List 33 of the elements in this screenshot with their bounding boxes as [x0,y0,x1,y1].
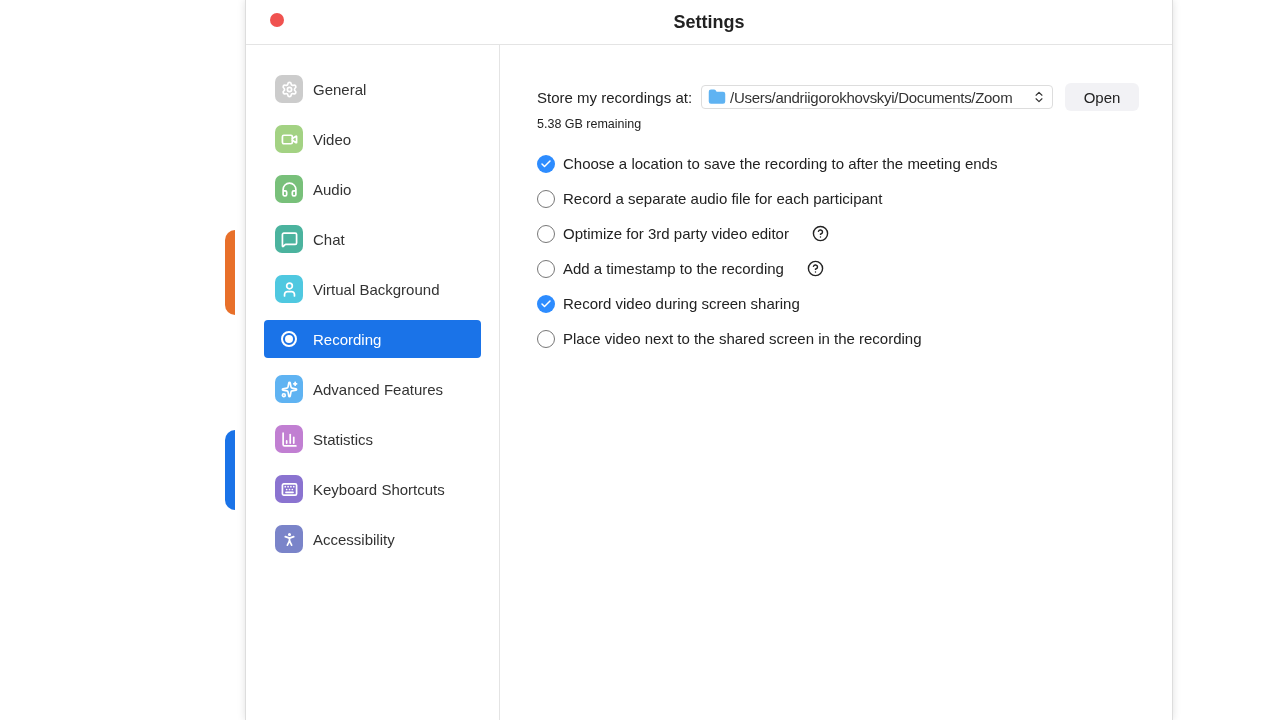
folder-select[interactable]: /Users/andriigorokhovskyi/Documents/Zoom [701,85,1054,109]
checkbox[interactable] [537,154,555,173]
option-label: Record video during screen sharing [563,295,800,312]
checkbox[interactable] [537,294,555,313]
folder-icon [708,88,727,106]
checkbox[interactable] [537,224,555,243]
option-label: Choose a location to save the recording to after the meeting ends [563,155,998,172]
sidebar-item[interactable]: Accessibility [264,520,481,558]
open-button[interactable]: Open [1065,83,1140,111]
help-icon[interactable] [806,260,824,277]
sidebar-item[interactable]: Video [264,120,481,158]
remaining-space: 5.38 GB remaining [537,117,643,131]
checkbox[interactable] [537,329,555,348]
storage-label: Store my recordings at: [537,88,693,106]
sidebar-item[interactable]: Advanced Features [264,370,481,408]
close-button[interactable] [270,13,284,27]
window-title: Settings [673,11,745,33]
sidebar-item[interactable]: Virtual Background [264,270,481,308]
check-icon [540,157,552,170]
sidebar-item[interactable]: Recording [264,320,481,358]
help-icon[interactable] [811,225,829,242]
option-label: Record a separate audio file for each participant [563,190,883,207]
option-label: Place video next to the shared screen in the recording [563,330,922,347]
sidebar-item[interactable]: Keyboard Shortcuts [264,470,481,508]
checkbox[interactable] [537,259,555,278]
check-icon [540,297,552,310]
sidebar-item[interactable]: Statistics [264,420,481,458]
sidebar-item[interactable]: Audio [264,170,481,208]
checkbox[interactable] [537,189,555,208]
sidebar-item[interactable]: Chat [264,220,481,258]
option-label: Add a timestamp to the recording [563,260,784,277]
sidebar-item[interactable]: General [264,70,481,108]
option-label: Optimize for 3rd party video editor [563,225,789,242]
